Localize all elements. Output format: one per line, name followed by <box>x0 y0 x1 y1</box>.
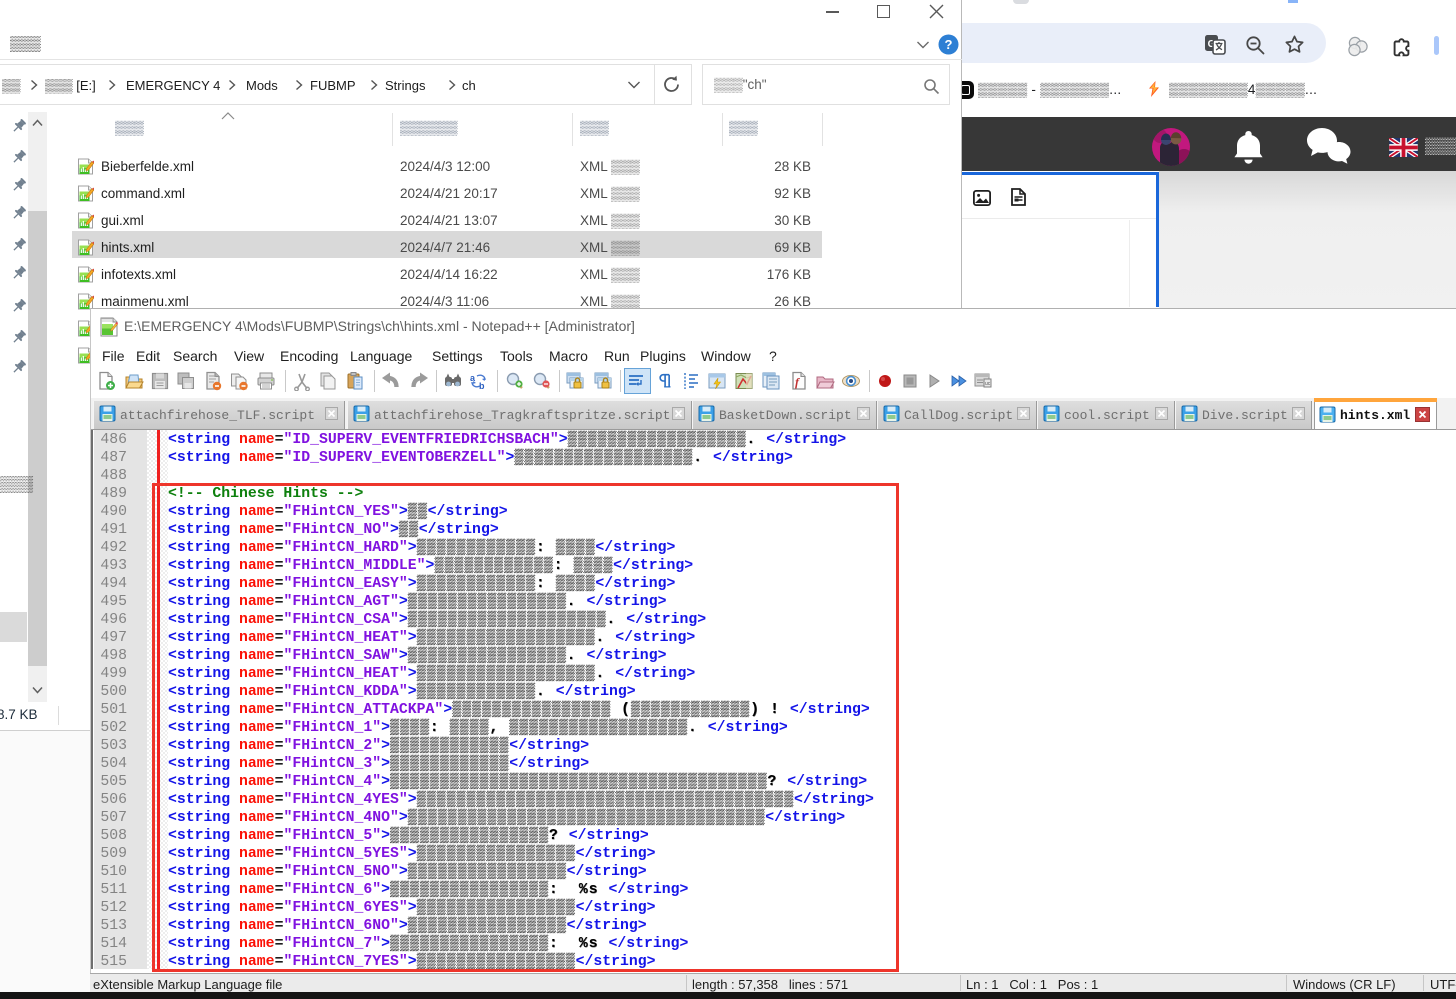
svg-text:uc: uc <box>985 381 991 387</box>
svg-text:?: ? <box>945 37 953 52</box>
svg-text:a: a <box>470 373 476 383</box>
